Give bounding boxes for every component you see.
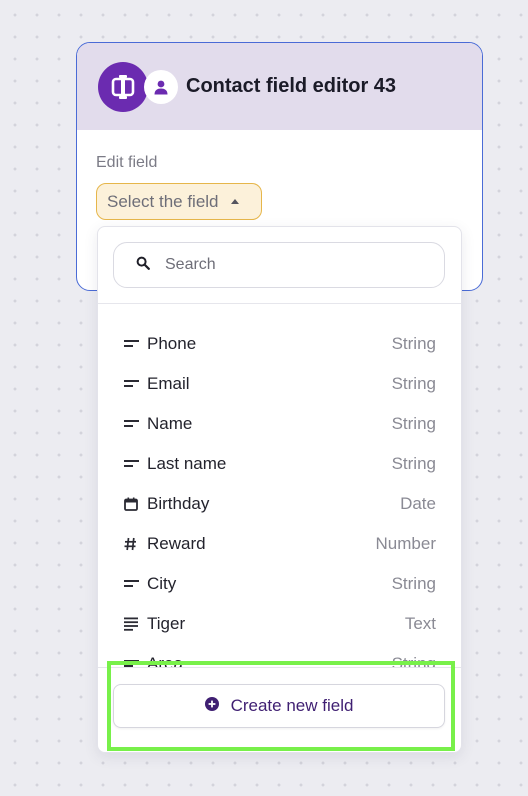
caret-up-icon <box>230 199 239 204</box>
field-name: Reward <box>147 534 206 553</box>
field-type: String <box>391 414 436 433</box>
node-header: Contact field editor 43 <box>77 43 482 130</box>
field-type: String <box>391 374 436 393</box>
text-lines-icon <box>124 334 140 354</box>
search-icon <box>136 256 150 275</box>
field-item-phone[interactable]: Phone String <box>98 324 461 364</box>
field-item-reward[interactable]: Reward Number <box>98 524 461 564</box>
text-lines-icon <box>124 374 140 394</box>
search-box[interactable] <box>113 242 445 288</box>
field-type: String <box>391 654 436 667</box>
field-name: Tiger <box>147 614 186 633</box>
field-name: Birthday <box>147 494 210 513</box>
text-lines-icon <box>124 414 140 434</box>
field-name: Name <box>147 414 193 433</box>
plus-circle-icon <box>204 696 219 716</box>
create-new-field-button[interactable]: Create new field <box>113 684 445 728</box>
field-name: Area <box>147 654 183 667</box>
text-lines-icon <box>124 454 140 474</box>
field-name: Email <box>147 374 190 393</box>
field-type: Date <box>400 494 436 513</box>
field-type: String <box>391 454 436 473</box>
field-item-last-name[interactable]: Last name String <box>98 444 461 484</box>
select-field-placeholder: Select the field <box>107 191 219 211</box>
field-type: String <box>391 334 436 353</box>
text-lines-icon <box>124 654 140 667</box>
field-item-birthday[interactable]: Birthday Date <box>98 484 461 524</box>
field-type: Number <box>375 534 436 553</box>
field-item-tiger[interactable]: Tiger Text <box>98 604 461 644</box>
field-list: Phone String Email String Name String La… <box>98 304 461 667</box>
node-title: Contact field editor 43 <box>186 75 397 97</box>
paragraph-icon <box>124 614 140 634</box>
field-type: String <box>391 574 436 593</box>
field-dropdown-menu: Phone String Email String Name String La… <box>97 226 462 753</box>
hash-icon <box>124 534 140 554</box>
field-name: Last name <box>147 454 227 473</box>
field-item-name[interactable]: Name String <box>98 404 461 444</box>
edit-field-label: Edit field <box>96 154 158 171</box>
calendar-icon <box>124 494 140 514</box>
field-type: Text <box>404 614 436 633</box>
create-section: Create new field <box>98 667 461 752</box>
create-new-field-label: Create new field <box>230 696 354 715</box>
search-section <box>98 227 461 304</box>
user-icon <box>144 69 178 104</box>
field-editor-icon <box>98 61 148 112</box>
field-item-area[interactable]: Area String <box>98 644 461 667</box>
text-lines-icon <box>124 574 140 594</box>
field-item-email[interactable]: Email String <box>98 364 461 404</box>
field-name: Phone <box>147 334 197 353</box>
field-item-city[interactable]: City String <box>98 564 461 604</box>
search-input[interactable] <box>165 256 415 274</box>
field-name: City <box>147 574 177 593</box>
node-body: Edit field Select the field <box>77 130 482 220</box>
select-field-dropdown[interactable]: Select the field <box>96 183 262 220</box>
